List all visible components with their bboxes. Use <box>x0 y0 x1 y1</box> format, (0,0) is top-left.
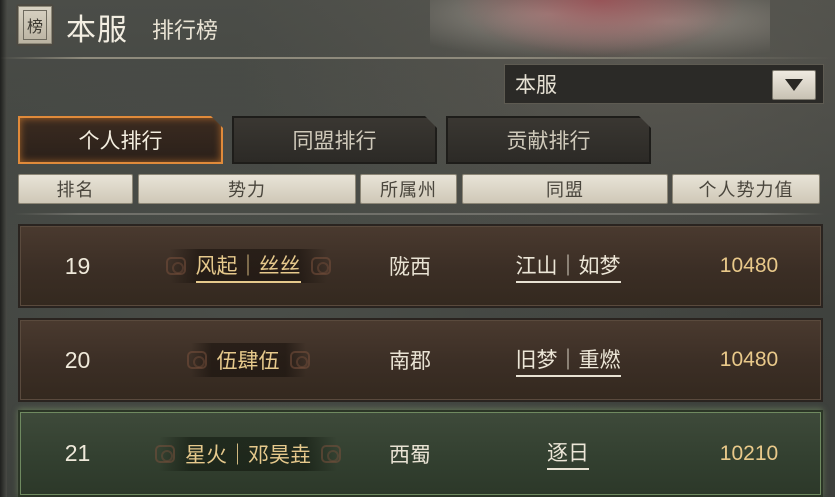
alliance-cell: 江山｜如梦 <box>465 226 671 306</box>
column-header-rank[interactable]: 排名 <box>18 174 133 204</box>
rank-cell: 21 <box>64 440 91 466</box>
alliance-link[interactable]: 江山｜如梦 <box>515 250 621 283</box>
power-cell: 10480 <box>719 348 779 371</box>
character-portrait <box>430 0 770 70</box>
force-cell: 伍肆伍 <box>138 320 358 400</box>
rank-cell: 20 <box>64 346 91 373</box>
ornament-icon <box>155 444 175 463</box>
state-cell: 南郡 <box>389 349 431 373</box>
title-divider <box>0 57 835 59</box>
state-cell: 陇西 <box>389 255 431 279</box>
page-title: 本服 <box>66 13 128 48</box>
force-nameplate: 星火｜邓昊垚 <box>155 436 341 471</box>
alliance-link[interactable]: 逐日 <box>547 437 589 470</box>
ornament-icon <box>321 444 341 463</box>
column-header-force[interactable]: 势力 <box>138 174 356 204</box>
tab-alliance-ranking[interactable]: 同盟排行 <box>232 116 437 164</box>
chevron-down-icon <box>785 79 803 91</box>
column-header-power[interactable]: 个人势力值 <box>672 174 820 204</box>
table-row[interactable]: 19 风起｜丝丝 陇西 江山｜如梦 10480 <box>18 224 823 308</box>
ranking-screen: 榜 本服 排行榜 本服 个人排行 同盟排行 贡献排行 排名 势力 所属州 同盟 … <box>0 0 835 497</box>
state-cell: 西蜀 <box>389 442 431 467</box>
page-subtitle: 排行榜 <box>152 19 219 44</box>
header-divider <box>14 213 824 215</box>
rank-cell: 19 <box>64 252 91 279</box>
force-name[interactable]: 风起｜丝丝 <box>195 250 301 283</box>
ornament-icon <box>310 257 331 275</box>
ornament-icon <box>165 257 186 275</box>
server-dropdown[interactable]: 本服 <box>504 64 824 104</box>
leaderboard-icon: 榜 <box>16 4 54 46</box>
force-name[interactable]: 伍肆伍 <box>217 345 280 375</box>
force-cell: 风起｜丝丝 <box>138 226 358 306</box>
ornament-icon <box>186 351 207 369</box>
table-row-self[interactable]: 21 星火｜邓昊垚 西蜀 逐日 10210 <box>18 410 823 497</box>
alliance-cell: 逐日 <box>465 412 671 495</box>
alliance-link[interactable]: 旧梦｜重燃 <box>515 344 621 377</box>
force-cell: 星火｜邓昊垚 <box>138 412 358 495</box>
ornament-icon <box>289 351 310 369</box>
tab-personal-ranking[interactable]: 个人排行 <box>18 116 223 164</box>
leaderboard-badge-text: 榜 <box>22 10 47 40</box>
table-row[interactable]: 20 伍肆伍 南郡 旧梦｜重燃 10480 <box>18 318 823 402</box>
power-cell: 10480 <box>719 254 779 277</box>
frame-edge <box>0 0 7 497</box>
power-cell: 10210 <box>719 441 779 465</box>
server-dropdown-value: 本服 <box>515 73 557 97</box>
force-nameplate: 风起｜丝丝 <box>165 249 331 283</box>
column-header-alliance[interactable]: 同盟 <box>462 174 668 204</box>
force-nameplate: 伍肆伍 <box>186 343 310 377</box>
dropdown-arrow-button[interactable] <box>772 70 816 100</box>
alliance-cell: 旧梦｜重燃 <box>465 320 671 400</box>
column-header-state[interactable]: 所属州 <box>360 174 457 204</box>
force-name[interactable]: 星火｜邓昊垚 <box>185 439 311 469</box>
tab-contribution-ranking[interactable]: 贡献排行 <box>446 116 651 164</box>
